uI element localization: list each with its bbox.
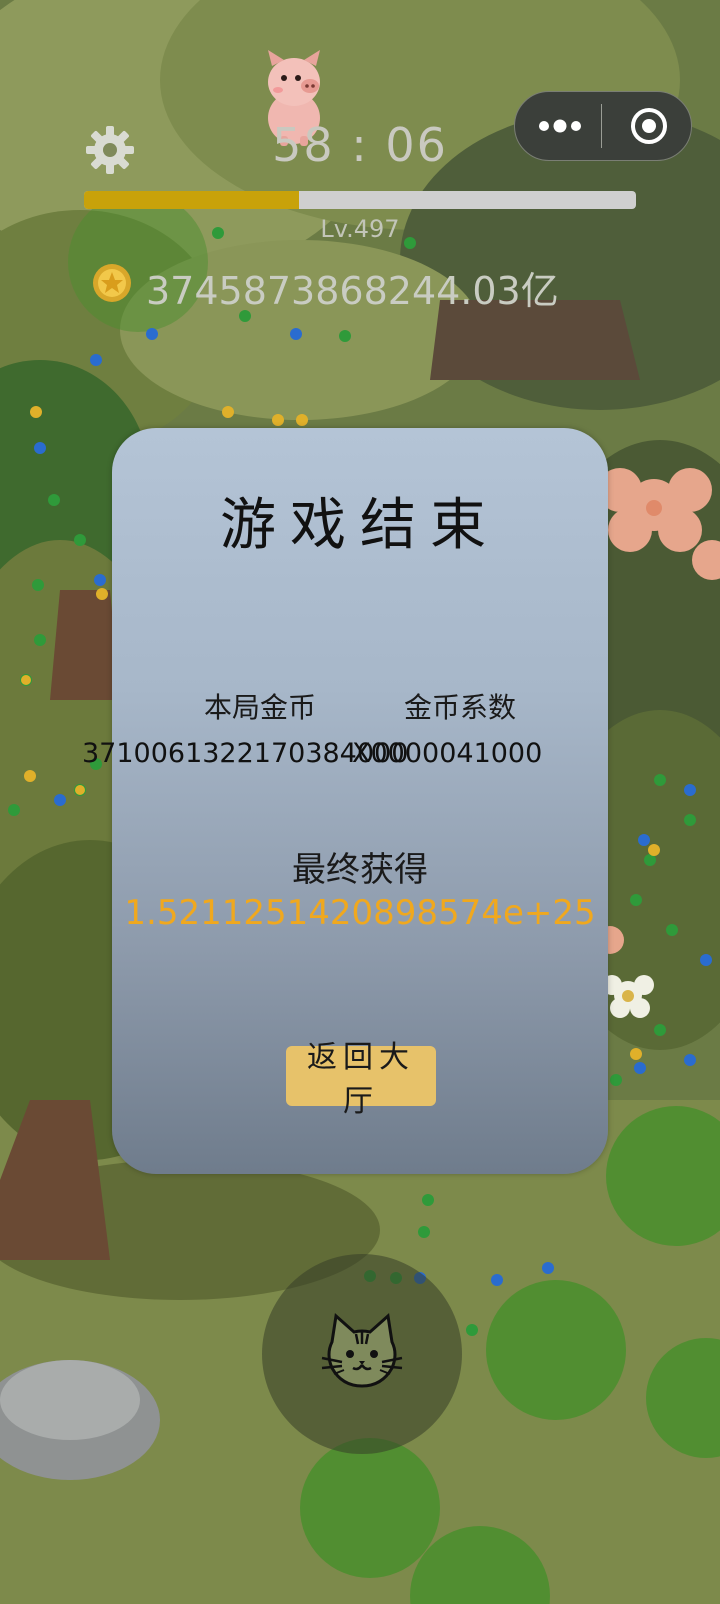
final-earned-value: 1.5211251420898574e+25	[124, 893, 596, 933]
coin-total: 3745873868244.03亿	[146, 269, 559, 313]
cat-face-icon	[321, 1313, 403, 1388]
level-progress-fill	[84, 191, 300, 209]
final-earned-label: 最终获得	[292, 850, 428, 890]
coin-icon	[93, 264, 131, 302]
target-circle-icon[interactable]	[605, 96, 687, 156]
coin-multiplier-value: X0000041000	[352, 738, 543, 769]
level-label: Lv.497	[320, 215, 400, 243]
level-progress-bar	[84, 191, 636, 209]
back-to-lobby-button[interactable]: 返回大厅	[286, 1041, 436, 1118]
capsule-divider	[601, 104, 602, 148]
round-coins-label: 本局金币	[203, 691, 316, 724]
coin-multiplier-label: 金币系数	[403, 691, 516, 724]
dialog-title: 游戏结束	[220, 493, 500, 558]
more-dots-icon[interactable]	[520, 96, 600, 156]
